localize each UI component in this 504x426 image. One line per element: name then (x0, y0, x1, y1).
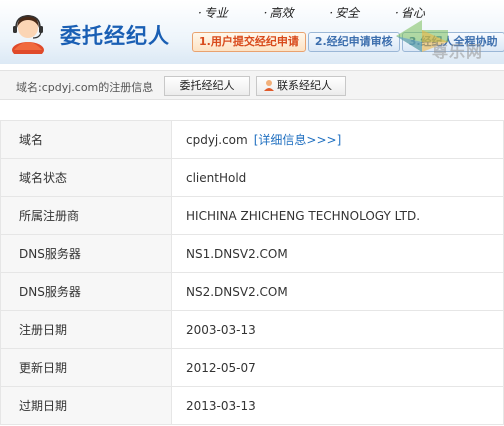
slogan-item: · 专业 (198, 6, 228, 20)
banner-title: 委托经纪人 (60, 24, 170, 48)
field-value: 2003-03-13 (171, 310, 504, 349)
table-row: DNS服务器 NS2.DNSV2.COM (0, 272, 504, 311)
field-value: clientHold (171, 158, 504, 197)
watermark-text: 尊乐网 (432, 42, 484, 61)
banner: 委托经纪人 · 专业 · 高效 · 安全 · 省心 1.用户提交经纪申请 2.经纪申请审核… (0, 0, 504, 64)
field-value: NS2.DNSV2.COM (171, 272, 504, 311)
slogan-item: · 高效 (263, 6, 294, 20)
field-label: 域名状态 (0, 158, 172, 197)
agent-avatar-icon (12, 15, 44, 54)
step-review-application: 2.经纪申请审核 (307, 32, 400, 52)
table-row: 域名 cpdyj.com [详细信息>>>] (0, 120, 504, 159)
field-value: NS1.DNSV2.COM (171, 234, 504, 273)
whois-table: 域名 cpdyj.com [详细信息>>>] 域名状态 clientHold 所属… (0, 120, 504, 425)
step-submit-application: 1.用户提交经纪申请 (192, 32, 306, 52)
table-row: 域名状态 clientHold (0, 158, 504, 197)
table-row: 所属注册商 HICHINA ZHICHENG TECHNOLOGY LTD. (0, 196, 504, 235)
field-label: 所属注册商 (0, 196, 172, 235)
info-bar: 域名:cpdyj.com的注册信息 委托经纪人 联系经纪人 (0, 70, 504, 100)
field-value: cpdyj.com [详细信息>>>] (171, 120, 504, 159)
domain-value: cpdyj.com (186, 133, 248, 147)
contact-broker-button[interactable]: 联系经纪人 (256, 76, 346, 96)
field-value: 2013-03-13 (171, 386, 504, 425)
table-row: 更新日期 2012-05-07 (0, 348, 504, 387)
table-row: 注册日期 2003-03-13 (0, 310, 504, 349)
field-label: 注册日期 (0, 310, 172, 349)
field-label: 域名 (0, 120, 172, 159)
table-row: 过期日期 2013-03-13 (0, 386, 504, 425)
field-value: 2012-05-07 (171, 348, 504, 387)
field-value: HICHINA ZHICHENG TECHNOLOGY LTD. (171, 196, 504, 235)
field-label: 过期日期 (0, 386, 172, 425)
contact-person-icon (264, 80, 274, 91)
field-label: 更新日期 (0, 348, 172, 387)
table-row: DNS服务器 NS1.DNSV2.COM (0, 234, 504, 273)
field-label: DNS服务器 (0, 234, 172, 273)
entrust-broker-button[interactable]: 委托经纪人 (164, 76, 250, 96)
slogan-item: · 安全 (329, 6, 360, 20)
details-link[interactable]: [详细信息>>>] (254, 133, 342, 147)
registration-info-label: 域名:cpdyj.com的注册信息 (16, 81, 154, 94)
contact-broker-label: 联系经纪人 (277, 79, 332, 92)
field-label: DNS服务器 (0, 272, 172, 311)
